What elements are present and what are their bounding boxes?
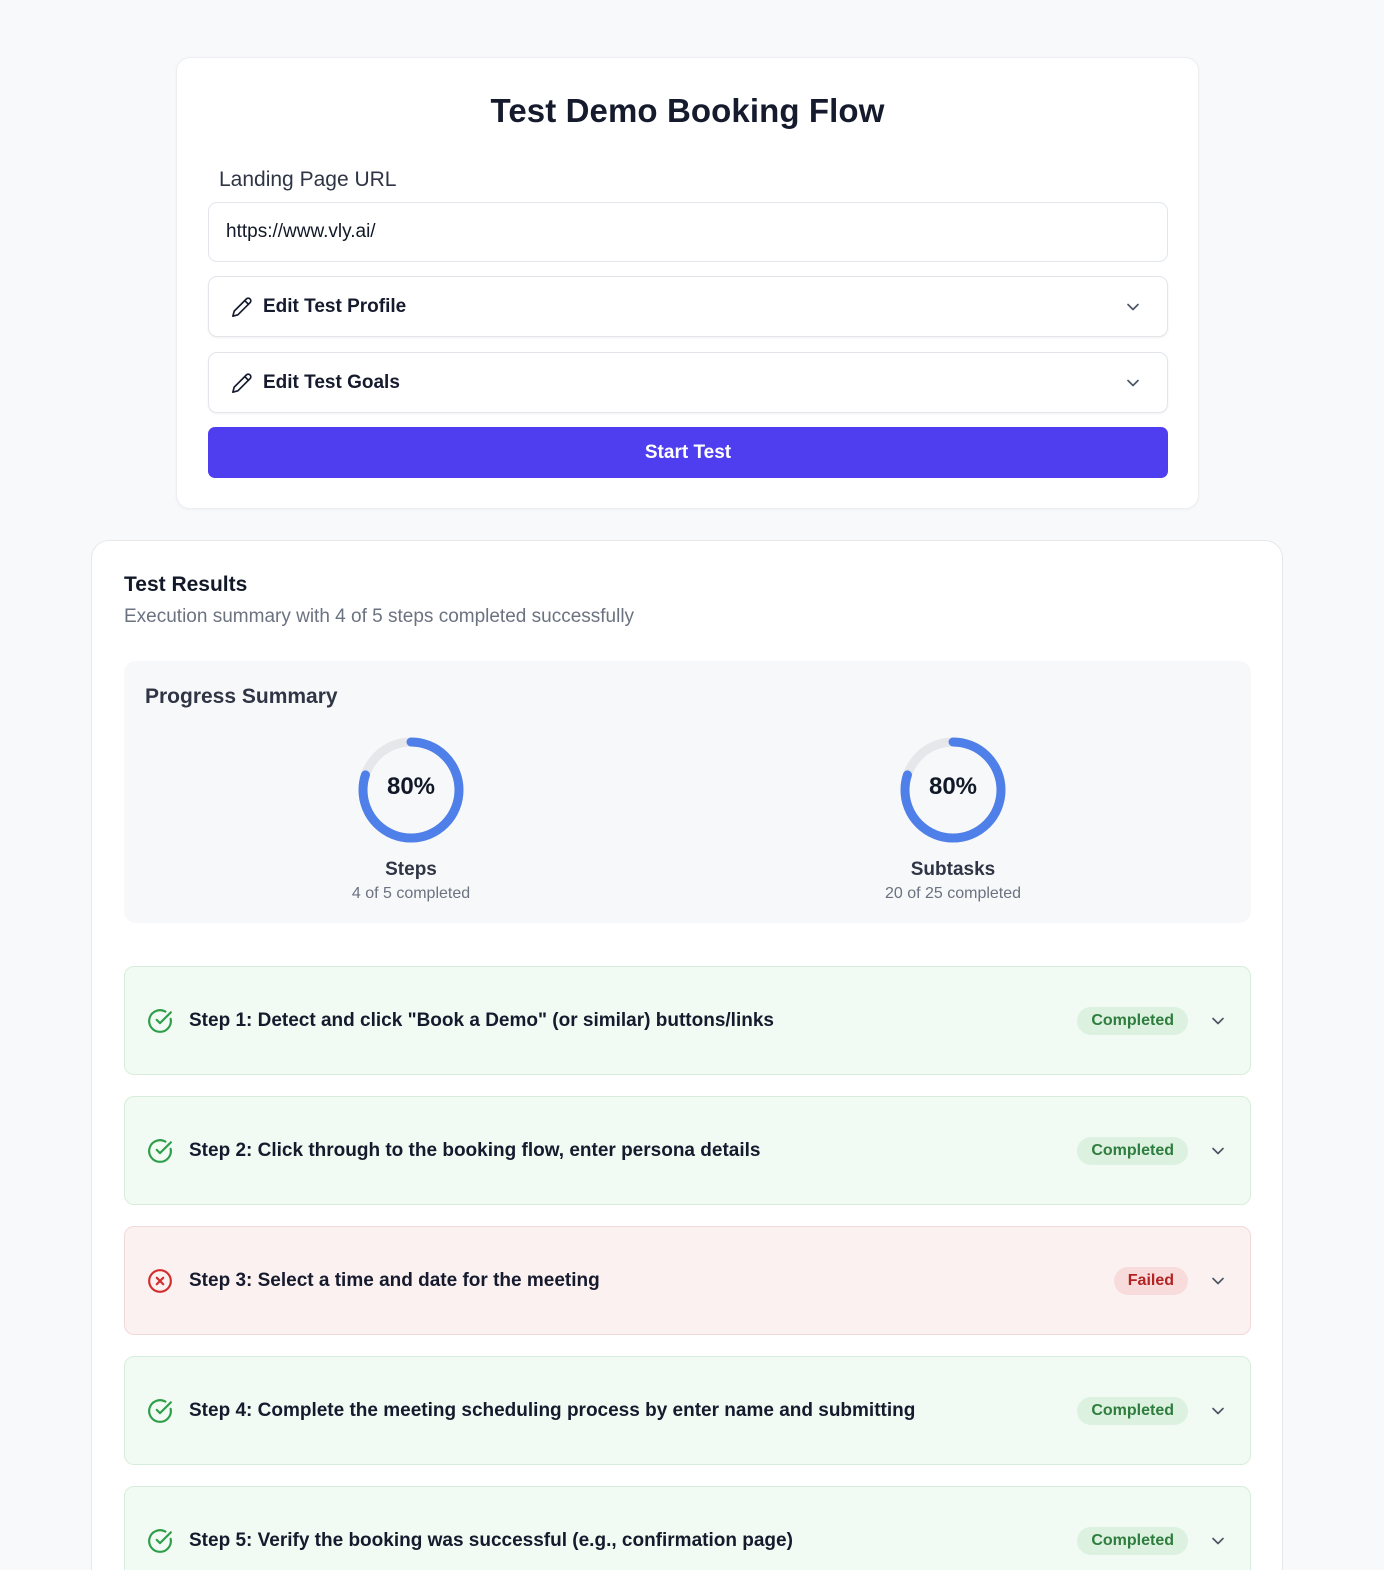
- status-badge: Completed: [1077, 1136, 1188, 1165]
- steps-progress: 80% Steps 4 of 5 completed: [311, 735, 511, 903]
- step-title: Step 5: Verify the booking was successfu…: [189, 1529, 793, 1551]
- edit-test-profile-toggle[interactable]: Edit Test Profile: [208, 276, 1168, 337]
- chevron-down-icon[interactable]: [1208, 1141, 1228, 1161]
- steps-label: Steps: [385, 859, 437, 880]
- status-badge: Completed: [1077, 1396, 1188, 1425]
- chevron-down-icon: [1123, 297, 1143, 317]
- subtasks-progress-ring: 80%: [898, 735, 1008, 845]
- subtasks-percent: 80%: [928, 773, 978, 800]
- x-circle-icon: [147, 1268, 173, 1294]
- status-badge: Completed: [1077, 1006, 1188, 1035]
- step-title: Step 1: Detect and click "Book a Demo" (…: [189, 1009, 774, 1031]
- edit-test-profile-label: Edit Test Profile: [263, 295, 407, 317]
- chevron-down-icon[interactable]: [1208, 1271, 1228, 1291]
- step-row[interactable]: Step 4: Complete the meeting scheduling …: [124, 1356, 1251, 1465]
- landing-page-url-input[interactable]: [208, 202, 1168, 262]
- page: Test Demo Booking Flow Landing Page URL …: [0, 0, 1384, 1570]
- pencil-icon: [231, 296, 253, 318]
- step-row[interactable]: Step 3: Select a time and date for the m…: [124, 1226, 1251, 1335]
- subtasks-label: Subtasks: [910, 859, 996, 880]
- results-subtitle: Execution summary with 4 of 5 steps comp…: [124, 606, 635, 627]
- results-title: Test Results: [124, 573, 248, 596]
- steps-percent: 80%: [386, 773, 436, 800]
- step-title: Step 2: Click through to the booking flo…: [189, 1139, 761, 1161]
- steps-progress-ring: 80%: [356, 735, 466, 845]
- status-badge: Failed: [1113, 1266, 1188, 1295]
- pencil-icon: [231, 372, 253, 394]
- test-results-card: Test Results Execution summary with 4 of…: [91, 540, 1283, 1570]
- step-row[interactable]: Step 2: Click through to the booking flo…: [124, 1096, 1251, 1205]
- chevron-down-icon[interactable]: [1208, 1011, 1228, 1031]
- chevron-down-icon[interactable]: [1208, 1401, 1228, 1421]
- edit-test-goals-toggle[interactable]: Edit Test Goals: [208, 352, 1168, 413]
- progress-summary-title: Progress Summary: [145, 685, 338, 708]
- edit-test-goals-label: Edit Test Goals: [263, 371, 400, 393]
- step-title: Step 3: Select a time and date for the m…: [189, 1269, 600, 1291]
- chevron-down-icon[interactable]: [1208, 1531, 1228, 1551]
- step-row[interactable]: Step 1: Detect and click "Book a Demo" (…: [124, 966, 1251, 1075]
- url-label: Landing Page URL: [219, 168, 397, 191]
- start-test-button[interactable]: Start Test: [208, 427, 1168, 478]
- subtasks-detail: 20 of 25 completed: [884, 885, 1022, 902]
- chevron-down-icon: [1123, 373, 1143, 393]
- subtasks-progress: 80% Subtasks 20 of 25 completed: [853, 735, 1053, 903]
- check-circle-icon: [147, 1398, 173, 1424]
- check-circle-icon: [147, 1138, 173, 1164]
- progress-summary: Progress Summary 80% Steps 4 of 5 comple…: [124, 661, 1251, 923]
- steps-detail: 4 of 5 completed: [351, 885, 471, 902]
- page-title: Test Demo Booking Flow: [490, 92, 885, 129]
- test-config-card: Test Demo Booking Flow Landing Page URL …: [176, 57, 1199, 509]
- check-circle-icon: [147, 1528, 173, 1554]
- step-row[interactable]: Step 5: Verify the booking was successfu…: [124, 1486, 1251, 1570]
- step-title: Step 4: Complete the meeting scheduling …: [189, 1399, 916, 1421]
- status-badge: Completed: [1077, 1526, 1188, 1555]
- check-circle-icon: [147, 1008, 173, 1034]
